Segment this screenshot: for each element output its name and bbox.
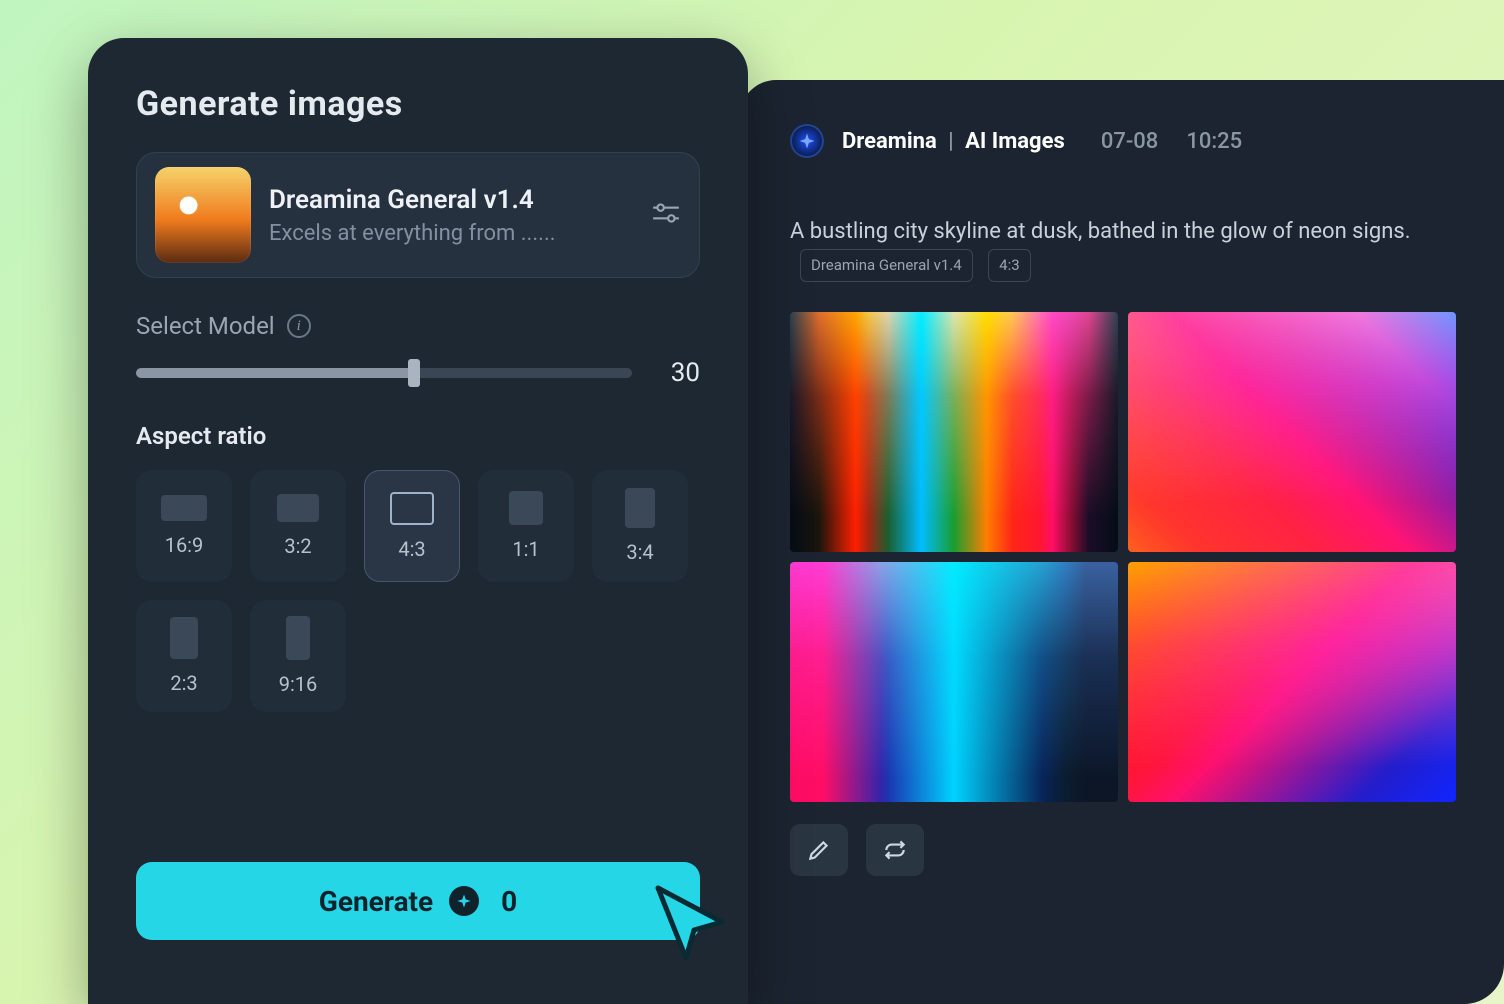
settings-icon[interactable] bbox=[651, 200, 681, 230]
result-image[interactable] bbox=[1128, 312, 1456, 552]
generate-button-label: Generate bbox=[319, 885, 433, 918]
aspect-ratio-option[interactable]: 3:2 bbox=[250, 470, 346, 582]
result-prompt-block: A bustling city skyline at dusk, bathed … bbox=[790, 214, 1456, 284]
pencil-icon bbox=[806, 837, 832, 863]
aspect-ratio-label: 4:3 bbox=[398, 537, 425, 561]
chip-ratio: 4:3 bbox=[988, 249, 1031, 282]
aspect-ratio-option[interactable]: 1:1 bbox=[478, 470, 574, 582]
aspect-ratio-label: 9:16 bbox=[279, 672, 318, 696]
header-separator: | bbox=[948, 129, 953, 154]
aspect-ratio-label: 16:9 bbox=[165, 533, 204, 557]
aspect-ratio-shape-icon bbox=[161, 495, 207, 521]
regenerate-button[interactable] bbox=[866, 824, 924, 876]
generate-button[interactable]: Generate 0 bbox=[136, 862, 700, 940]
result-time: 10:25 bbox=[1186, 129, 1242, 154]
model-selector[interactable]: Dreamina General v1.4 Excels at everythi… bbox=[136, 152, 700, 278]
generate-cost: 0 bbox=[501, 885, 517, 918]
info-icon[interactable]: i bbox=[287, 314, 311, 338]
edit-button[interactable] bbox=[790, 824, 848, 876]
aspect-ratio-shape-icon bbox=[625, 488, 655, 528]
result-image[interactable] bbox=[1128, 562, 1456, 802]
result-date: 07-08 bbox=[1101, 129, 1159, 154]
aspect-ratio-label: 3:4 bbox=[626, 540, 653, 564]
aspect-ratio-option[interactable]: 2:3 bbox=[136, 600, 232, 712]
section-name: AI Images bbox=[965, 129, 1065, 154]
result-image-grid bbox=[790, 312, 1456, 802]
aspect-ratio-shape-icon bbox=[170, 617, 198, 659]
model-description: Excels at everything from ...... bbox=[269, 221, 633, 246]
brand-icon bbox=[790, 124, 824, 158]
model-thumbnail bbox=[155, 167, 251, 263]
model-name: Dreamina General v1.4 bbox=[269, 185, 633, 215]
slider-thumb[interactable] bbox=[408, 359, 420, 387]
generator-panel: Generate images Dreamina General v1.4 Ex… bbox=[88, 38, 748, 1004]
aspect-ratio-label: 3:2 bbox=[284, 534, 311, 558]
chip-model: Dreamina General v1.4 bbox=[800, 249, 973, 282]
refresh-icon bbox=[882, 837, 908, 863]
slider-label: Select Model bbox=[136, 312, 275, 340]
panel-title: Generate images bbox=[136, 84, 700, 124]
aspect-ratio-shape-icon bbox=[277, 494, 319, 522]
aspect-ratio-shape-icon bbox=[509, 491, 543, 525]
results-panel: Dreamina | AI Images 07-08 10:25 A bustl… bbox=[740, 80, 1504, 1004]
results-header: Dreamina | AI Images 07-08 10:25 bbox=[790, 124, 1456, 158]
result-tools bbox=[790, 824, 1456, 876]
aspect-ratio-label: 2:3 bbox=[170, 671, 197, 695]
slider-value: 30 bbox=[660, 358, 700, 388]
aspect-ratio-shape-icon bbox=[286, 616, 310, 660]
aspect-ratio-option[interactable]: 16:9 bbox=[136, 470, 232, 582]
aspect-ratio-grid: 16:9 3:2 4:3 1:1 3:4 2:3 9:16 bbox=[136, 470, 700, 712]
model-slider[interactable] bbox=[136, 368, 632, 378]
aspect-ratio-option[interactable]: 4:3 bbox=[364, 470, 460, 582]
model-slider-row: Select Model i 30 bbox=[136, 312, 700, 388]
aspect-ratio-option[interactable]: 3:4 bbox=[592, 470, 688, 582]
aspect-ratio-option[interactable]: 9:16 bbox=[250, 600, 346, 712]
result-prompt-text: A bustling city skyline at dusk, bathed … bbox=[790, 219, 1411, 244]
product-name: Dreamina bbox=[842, 129, 937, 154]
aspect-ratio-title: Aspect ratio bbox=[136, 422, 700, 450]
result-image[interactable] bbox=[790, 312, 1118, 552]
aspect-ratio-label: 1:1 bbox=[512, 537, 539, 561]
aspect-ratio-shape-icon bbox=[390, 492, 434, 525]
result-image[interactable] bbox=[790, 562, 1118, 802]
credits-icon bbox=[449, 886, 479, 916]
